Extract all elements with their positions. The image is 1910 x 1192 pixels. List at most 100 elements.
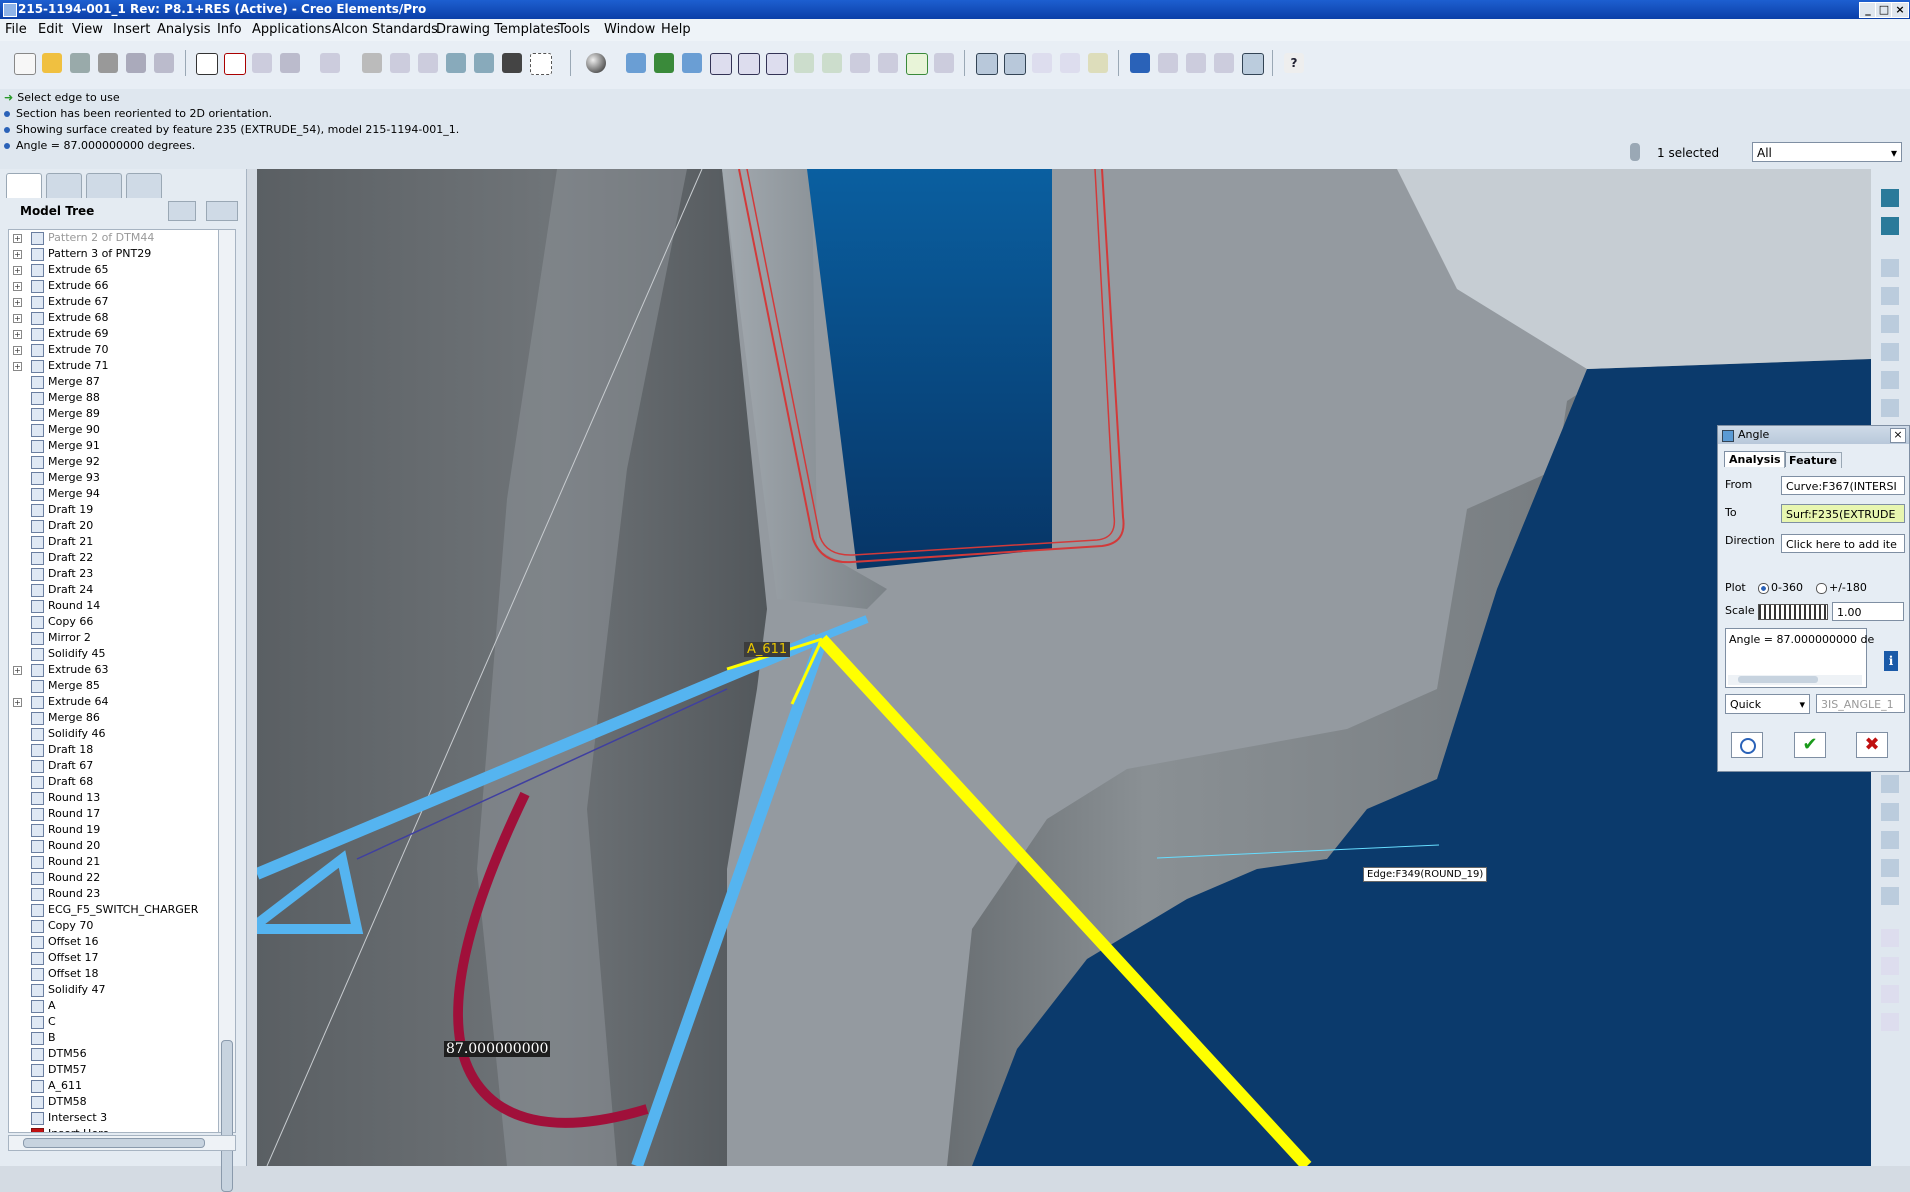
- extrude-tool-icon[interactable]: [1881, 775, 1899, 793]
- display-style-icon[interactable]: [586, 53, 606, 73]
- copy-icon[interactable]: [390, 53, 410, 73]
- redo-icon[interactable]: [320, 53, 340, 73]
- undo-icon[interactable]: [280, 53, 300, 73]
- tree-horizontal-scrollbar[interactable]: [8, 1135, 236, 1151]
- tab-feature[interactable]: Feature: [1784, 452, 1842, 468]
- print-icon[interactable]: [98, 53, 118, 73]
- save-icon[interactable]: [70, 53, 90, 73]
- graphics-viewport[interactable]: A_611 87.000000000 Edge:F349(ROUND_19): [257, 169, 1871, 1166]
- expand-icon[interactable]: +: [13, 314, 22, 323]
- scale-field[interactable]: 1.00: [1832, 602, 1904, 621]
- window-close-icon[interactable]: [224, 53, 246, 75]
- paste-icon[interactable]: [418, 53, 438, 73]
- menu-file[interactable]: File: [5, 22, 27, 37]
- email-icon[interactable]: [154, 53, 174, 73]
- saved-views-icon[interactable]: [822, 53, 842, 73]
- plot-0-360-radio[interactable]: [1758, 583, 1769, 594]
- scroll-thumb[interactable]: [221, 1040, 233, 1192]
- scale-slider[interactable]: [1758, 604, 1828, 620]
- datum-axes-toggle-icon[interactable]: [1004, 53, 1026, 75]
- tab-connections[interactable]: [126, 173, 162, 198]
- expand-icon[interactable]: +: [13, 234, 22, 243]
- zoom-in-icon[interactable]: [710, 53, 732, 75]
- new-icon[interactable]: [14, 53, 36, 75]
- repeat-icon[interactable]: [1731, 732, 1763, 758]
- scroll-thumb[interactable]: [23, 1138, 205, 1148]
- reorient-icon[interactable]: [794, 53, 814, 73]
- model-analysis-icon[interactable]: [934, 53, 954, 73]
- menu-view[interactable]: View: [72, 22, 103, 37]
- expand-icon[interactable]: +: [13, 346, 22, 355]
- tab-favorites[interactable]: [86, 173, 122, 198]
- no-hidden-icon[interactable]: [1214, 53, 1234, 73]
- curve-tool-icon[interactable]: [1881, 343, 1899, 361]
- close-icon[interactable]: ×: [1891, 2, 1909, 18]
- expand-icon[interactable]: +: [13, 298, 22, 307]
- tab-folder-browser[interactable]: [46, 173, 82, 198]
- expand-icon[interactable]: +: [13, 698, 22, 707]
- result-scrollbar[interactable]: [1728, 675, 1862, 685]
- sweep-tool-icon[interactable]: [1881, 831, 1899, 849]
- pattern-tool-icon[interactable]: [1881, 929, 1899, 947]
- layers-icon[interactable]: [850, 53, 870, 73]
- csys-toggle-icon[interactable]: [1060, 53, 1080, 73]
- menu-help[interactable]: Help: [661, 22, 691, 37]
- ok-check-icon[interactable]: ✔: [1794, 732, 1826, 758]
- paste-special-icon[interactable]: [446, 53, 466, 73]
- layer-stack-icon[interactable]: [1881, 217, 1899, 235]
- zoom-out-icon[interactable]: [738, 53, 760, 75]
- analysis-name-field[interactable]: 3IS_ANGLE_1: [1816, 694, 1905, 713]
- wireframe-icon[interactable]: [1158, 53, 1178, 73]
- to-field[interactable]: Surf:F235(EXTRUDE: [1781, 504, 1905, 523]
- regenerate-manager-icon[interactable]: [474, 53, 494, 73]
- shading-icon[interactable]: [1242, 53, 1264, 75]
- datum-plane-icon[interactable]: [626, 53, 646, 73]
- cut-icon[interactable]: [362, 53, 382, 73]
- refit-icon[interactable]: [766, 53, 788, 75]
- plot-180-radio[interactable]: [1816, 583, 1827, 594]
- menu-drawing-templates[interactable]: Drawing Templates: [436, 22, 560, 37]
- regenerate-icon[interactable]: [252, 53, 272, 73]
- print-preview-icon[interactable]: [126, 53, 146, 73]
- select-box-icon[interactable]: [530, 53, 552, 75]
- info-icon[interactable]: [1130, 53, 1150, 73]
- context-help-icon[interactable]: ?: [1284, 53, 1304, 73]
- blend-tool-icon[interactable]: [1881, 859, 1899, 877]
- from-field[interactable]: Curve:F367(INTERSI: [1781, 476, 1905, 495]
- view-manager-icon[interactable]: [878, 53, 898, 73]
- shell-tool-icon[interactable]: [1881, 887, 1899, 905]
- datum-planes-toggle-icon[interactable]: [976, 53, 998, 75]
- dialog-close-icon[interactable]: ×: [1890, 428, 1906, 443]
- sketch-icon[interactable]: [906, 53, 928, 75]
- menu-tools[interactable]: Tools: [558, 22, 590, 37]
- tree-vertical-scrollbar[interactable]: [218, 229, 236, 1192]
- plane-tool-icon[interactable]: [1881, 287, 1899, 305]
- menu-insert[interactable]: Insert: [113, 22, 150, 37]
- expand-icon[interactable]: +: [13, 330, 22, 339]
- window-activate-icon[interactable]: [196, 53, 218, 75]
- expand-icon[interactable]: +: [13, 362, 22, 371]
- selection-filter-select[interactable]: All ▾: [1752, 142, 1902, 162]
- expand-icon[interactable]: +: [13, 266, 22, 275]
- open-icon[interactable]: [42, 53, 62, 73]
- hidden-line-icon[interactable]: [1186, 53, 1206, 73]
- cancel-x-icon[interactable]: ✖: [1856, 732, 1888, 758]
- mirror-tool-icon[interactable]: [1881, 957, 1899, 975]
- find-icon[interactable]: [502, 53, 522, 73]
- tab-analysis[interactable]: Analysis: [1724, 451, 1786, 467]
- trim-tool-icon[interactable]: [1881, 985, 1899, 1003]
- menu-info[interactable]: Info: [217, 22, 242, 37]
- scroll-thumb[interactable]: [1738, 676, 1818, 683]
- tab-model-tree[interactable]: [6, 173, 42, 198]
- menu-edit[interactable]: Edit: [38, 22, 63, 37]
- direction-field[interactable]: Click here to add ite: [1781, 534, 1905, 553]
- filter-icon[interactable]: [1630, 143, 1640, 161]
- axis-tool-icon[interactable]: [1881, 315, 1899, 333]
- spin-center-icon[interactable]: [654, 53, 674, 73]
- mode-select[interactable]: Quick ▾: [1725, 694, 1810, 714]
- expand-icon[interactable]: +: [13, 282, 22, 291]
- menu-alcon-standards[interactable]: Alcon Standards: [332, 22, 438, 37]
- model-view[interactable]: [257, 169, 1871, 1166]
- orient-icon[interactable]: [682, 53, 702, 73]
- menu-applications[interactable]: Applications: [252, 22, 331, 37]
